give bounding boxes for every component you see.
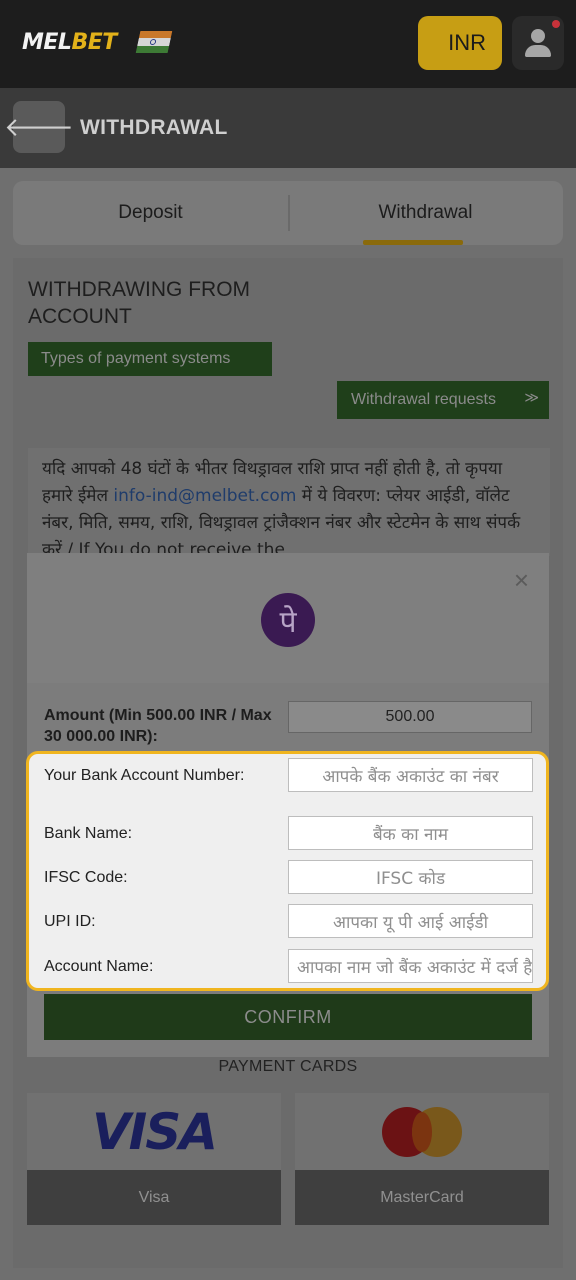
withdrawal-requests-button[interactable]: Withdrawal requests ≫ bbox=[337, 381, 549, 419]
page-header: 🡐 WITHDRAWAL bbox=[0, 88, 576, 168]
ifsc-code-input[interactable]: IFSC कोड bbox=[288, 860, 533, 894]
payment-types-button[interactable]: Types of payment systems bbox=[28, 342, 272, 376]
section-title: WITHDRAWING FROM ACCOUNT bbox=[28, 278, 251, 328]
arrow-left-icon: 🡐 bbox=[4, 111, 74, 142]
bank-details-form: Your Bank Account Number: आपके बैंक अकाउ… bbox=[26, 751, 549, 991]
upi-id-input[interactable]: आपका यू पी आई आईडी bbox=[288, 904, 533, 938]
top-bar: MELBET INR bbox=[0, 0, 576, 88]
tab-withdrawal[interactable]: Withdrawal bbox=[288, 181, 563, 245]
currency-label: INR bbox=[448, 30, 486, 55]
user-profile-button[interactable] bbox=[512, 16, 564, 70]
visa-logo: VISA bbox=[27, 1093, 281, 1170]
mastercard-label: MasterCard bbox=[295, 1170, 549, 1225]
confirm-button[interactable]: CONFIRM bbox=[44, 994, 532, 1040]
active-tab-indicator bbox=[363, 240, 463, 245]
bank-name-input[interactable]: बैंक का नाम bbox=[288, 816, 533, 850]
currency-button[interactable]: INR bbox=[418, 16, 502, 70]
visa-card-option[interactable]: VISA Visa bbox=[27, 1093, 281, 1225]
ifsc-code-label: IFSC Code: bbox=[44, 869, 128, 886]
close-icon[interactable]: × bbox=[514, 565, 529, 596]
mastercard-logo bbox=[295, 1093, 549, 1170]
bank-account-number-input[interactable]: आपके बैंक अकाउंट का नंबर bbox=[288, 758, 533, 792]
withdrawal-notice: यदि आपको 48 घंटों के भीतर विथड्रावल राशि… bbox=[28, 448, 550, 556]
modal-header: × पे bbox=[27, 553, 549, 683]
support-email-link[interactable]: info-ind@melbet.com bbox=[113, 486, 296, 506]
notification-dot bbox=[552, 20, 560, 28]
upi-id-label: UPI ID: bbox=[44, 913, 96, 930]
payment-cards-heading: PAYMENT CARDS bbox=[218, 1058, 358, 1075]
tab-deposit[interactable]: Deposit bbox=[13, 181, 288, 245]
tab-bar: Deposit Withdrawal bbox=[13, 181, 563, 245]
account-name-label: Account Name: bbox=[44, 958, 154, 975]
phonepe-logo: पे bbox=[261, 593, 315, 647]
visa-label: Visa bbox=[27, 1170, 281, 1225]
amount-label: Amount (Min 500.00 INR / Max 30 000.00 I… bbox=[44, 707, 272, 745]
india-flag-icon[interactable] bbox=[135, 31, 173, 53]
bank-name-label: Bank Name: bbox=[44, 825, 133, 842]
bank-account-number-label: Your Bank Account Number: bbox=[44, 767, 245, 784]
account-name-input[interactable]: आपका नाम जो बैंक अकाउंट में दर्ज है bbox=[288, 949, 533, 983]
melbet-logo[interactable]: MELBET bbox=[22, 30, 117, 55]
amount-input[interactable]: 500.00 bbox=[288, 701, 532, 733]
page-title: WITHDRAWAL bbox=[80, 116, 228, 139]
withdrawal-requests-label: Withdrawal requests bbox=[351, 391, 496, 408]
user-icon bbox=[531, 29, 545, 43]
chevron-down-icon: ≫ bbox=[524, 389, 539, 405]
back-button[interactable]: 🡐 bbox=[4, 101, 74, 153]
mastercard-card-option[interactable]: MasterCard bbox=[295, 1093, 549, 1225]
